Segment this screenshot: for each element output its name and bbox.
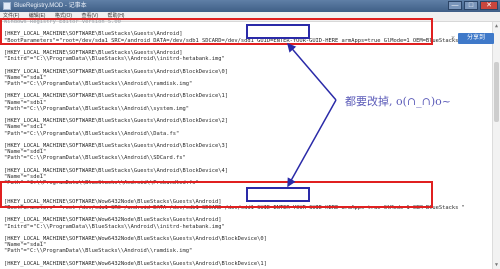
window-controls: — □ ✕ [448, 1, 498, 11]
editor-line: "Path"="C:\\ProgramData\\BlueStacks\\And… [4, 130, 180, 137]
maximize-button[interactable]: □ [464, 1, 478, 10]
editor-line: "Path"="C:\\ProgramData\\BlueStacks\\And… [4, 81, 193, 87]
editor-line: "Path"="C:\\ProgramData\\BlueStacks\\And… [4, 105, 189, 112]
editor-line: "Path"="C:\\ProgramData\\BlueStacks\\And… [4, 248, 193, 255]
scroll-up-arrow-icon[interactable]: ▲ [493, 22, 500, 30]
share-button[interactable]: 分享到 [458, 33, 494, 44]
minimize-button[interactable]: — [448, 1, 462, 10]
scrollbar-thumb[interactable] [494, 62, 499, 122]
editor-line: "Path"="C:\\ProgramData\\BlueStacks\\And… [4, 155, 186, 162]
notepad-app-icon [3, 2, 11, 10]
close-button[interactable]: ✕ [480, 1, 498, 10]
text-editor-area[interactable]: Windows Registry Editor Version 5.00 [HKE… [0, 19, 492, 269]
window-title: BlueRegistry.MOD - 记事本 [14, 3, 87, 9]
editor-line: "Initrd"="C:\\ProgramData\\BlueStacks\\A… [4, 56, 225, 63]
highlight-box-bootparameters-2 [0, 181, 433, 208]
highlight-box-guid-1 [246, 24, 310, 39]
editor-line: [HKEY_LOCAL_MACHINE\SOFTWARE\Wow6432Node… [4, 260, 267, 267]
share-close-icon[interactable]: × [449, 33, 457, 44]
annotation-note: 都要改掉, o(∩_∩)o~ [345, 95, 451, 108]
highlight-box-guid-2 [246, 187, 310, 202]
window-titlebar: BlueRegistry.MOD - 记事本 — □ ✕ [0, 0, 500, 12]
highlight-box-bootparameters-1 [0, 18, 433, 45]
vertical-scrollbar[interactable]: ▲ ▼ [492, 22, 500, 269]
scroll-down-arrow-icon[interactable]: ▼ [493, 261, 500, 269]
editor-line: "Initrd"="C:\\ProgramData\\BlueStacks\\A… [4, 223, 225, 230]
